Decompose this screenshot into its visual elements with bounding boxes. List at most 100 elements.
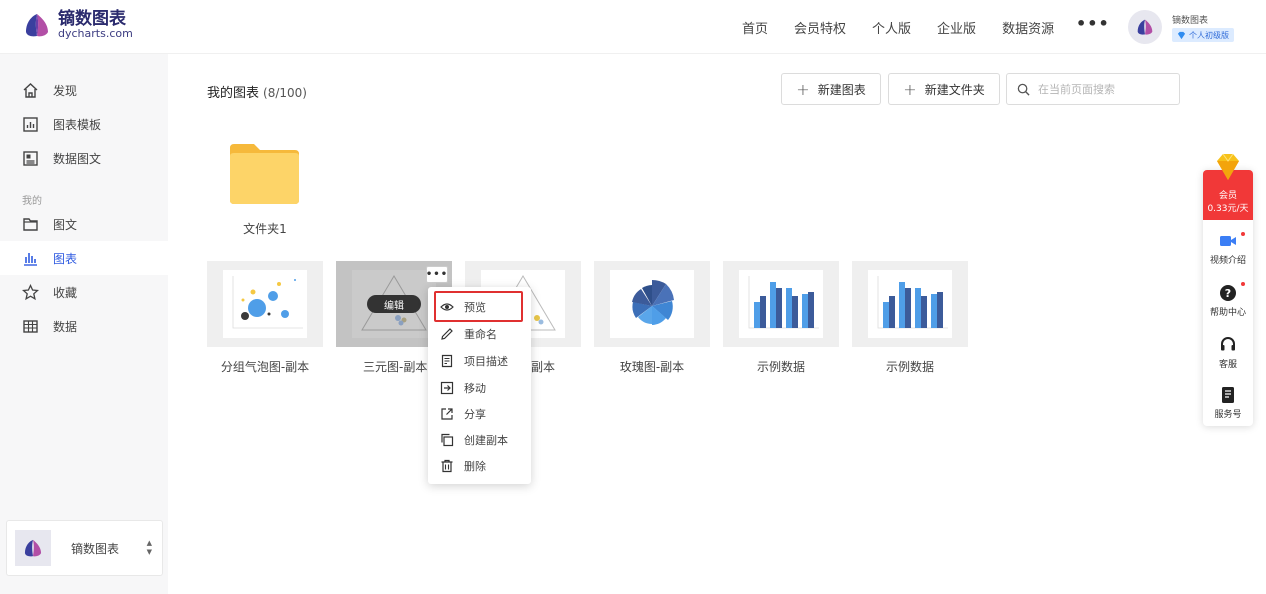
sidebar-item-chart-templates[interactable]: 图表模板 (0, 107, 168, 141)
avatar[interactable] (1128, 10, 1162, 44)
service-account-label: 服务号 (1214, 410, 1242, 420)
chart-thumbnail (739, 270, 823, 338)
menu-item-label: 移动 (464, 382, 486, 395)
sidebar-item-label: 图表 (53, 251, 78, 266)
menu-item-share[interactable]: 分享 (428, 401, 531, 427)
menu-item-label: 删除 (464, 460, 486, 473)
plus-icon: + (903, 79, 917, 99)
menu-item-label: 项目描述 (464, 355, 508, 368)
bubble-chart-thumbnail (232, 276, 303, 329)
nav-enterprise[interactable]: 企业版 (937, 18, 976, 37)
nav-data-resources[interactable]: 数据资源 (1002, 18, 1054, 37)
brand-name: 镝数图表 (58, 9, 126, 29)
menu-item-description[interactable]: 项目描述 (428, 348, 531, 374)
article-icon (23, 217, 38, 231)
chart-card-sample-2[interactable] (852, 261, 968, 347)
sidebar-item-favorites[interactable]: 收藏 (0, 275, 168, 309)
menu-item-duplicate[interactable]: 创建副本 (428, 427, 531, 453)
folder-name[interactable]: 文件夹1 (207, 220, 323, 237)
brand-logo[interactable]: 镝数图表 dycharts.com (22, 10, 133, 40)
notification-dot (1241, 282, 1245, 286)
sidebar-group-label: 我的 (22, 196, 42, 207)
nav-membership[interactable]: 会员特权 (794, 18, 846, 37)
svg-text:?: ? (1225, 287, 1231, 300)
new-folder-label: 新建文件夹 (924, 82, 985, 97)
search-icon (1017, 83, 1030, 96)
sidebar-item-label: 图文 (53, 217, 78, 232)
video-intro-label: 视频介绍 (1209, 256, 1246, 266)
chart-card-sample-1[interactable] (723, 261, 839, 347)
more-options-icon[interactable]: ••• (426, 266, 448, 283)
sidebar-item-discover[interactable]: 发现 (0, 73, 168, 107)
rose-chart-thumbnail (632, 279, 674, 325)
menu-item-rename[interactable]: 重命名 (428, 321, 531, 347)
sidebar-item-charts[interactable]: 图表 (0, 241, 168, 275)
move-icon (440, 381, 454, 395)
team-name: 镝数图表 (71, 541, 120, 556)
top-bar: 镝数图表 dycharts.com 首页 会员特权 个人版 企业版 数据资源 •… (0, 0, 1266, 54)
membership-badge-label: 个人初级版 (1189, 30, 1229, 40)
chart-card-name[interactable]: 示例数据 (723, 358, 839, 375)
chart-thumbnail (223, 270, 307, 338)
bar-chart-icon (24, 252, 37, 266)
menu-item-move[interactable]: 移动 (428, 375, 531, 401)
user-name: 镝数图表 (1172, 16, 1209, 26)
customer-service-label: 客服 (1218, 360, 1237, 370)
copy-icon (441, 433, 454, 447)
trash-icon (441, 459, 453, 473)
sidebar: 发现 图表模板 数据图文 我的 图文 图表 收藏 数据 镝数图表 ▲ ▼ (0, 54, 168, 594)
bar-chart-thumbnail (877, 276, 948, 329)
video-intro-button[interactable]: 视频介绍 (1203, 232, 1253, 266)
page-title: 我的图表 (8/100) (207, 82, 307, 101)
sidebar-item-label: 数据 (53, 319, 78, 334)
star-icon (22, 283, 39, 300)
sidebar-item-articles[interactable]: 图文 (0, 207, 168, 241)
vip-price: 0.33元/天 (1207, 204, 1249, 214)
folder-icon[interactable] (228, 142, 301, 206)
menu-item-label: 分享 (464, 408, 486, 421)
team-logo (15, 530, 51, 566)
diamond-icon (1177, 31, 1186, 39)
home-icon (23, 82, 38, 98)
preview-highlight-box (434, 291, 523, 322)
chart-card-name[interactable]: 分组气泡图-副本 (207, 358, 323, 375)
search-input[interactable] (1038, 82, 1168, 96)
new-chart-button[interactable]: + 新建图表 (781, 73, 881, 105)
chart-thumbnail (868, 270, 952, 338)
sidebar-item-label: 收藏 (53, 285, 78, 300)
page-title-text: 我的图表 (207, 86, 260, 101)
chart-card-rose[interactable] (594, 261, 710, 347)
search-box (1006, 73, 1180, 105)
edit-button[interactable]: 编辑 (367, 295, 421, 313)
chart-card-bubble[interactable] (207, 261, 323, 347)
sidebar-item-label: 图表模板 (53, 117, 102, 132)
headset-icon (1221, 337, 1235, 351)
sidebar-item-label: 发现 (53, 83, 78, 98)
sidebar-item-data[interactable]: 数据 (0, 309, 168, 343)
chart-card-name[interactable]: 玫瑰图-副本 (594, 358, 710, 375)
membership-badge[interactable]: 个人初级版 (1172, 28, 1234, 42)
nav-home[interactable]: 首页 (742, 18, 768, 37)
data-article-icon (23, 150, 38, 166)
team-switcher[interactable]: 镝数图表 ▲ ▼ (6, 520, 163, 576)
floating-service-panel: 会员 0.33元/天 视频介绍 ? 帮助中心 客服 服务号 (1203, 170, 1253, 426)
chart-count: (8/100) (263, 86, 307, 100)
new-folder-button[interactable]: + 新建文件夹 (888, 73, 1000, 105)
new-chart-label: 新建图表 (817, 82, 866, 97)
notification-dot (1241, 232, 1245, 236)
menu-item-delete[interactable]: 删除 (428, 453, 531, 479)
sidebar-item-data-articles[interactable]: 数据图文 (0, 141, 168, 175)
service-icon (1222, 387, 1234, 403)
chart-thumbnail (610, 270, 694, 338)
help-center-button[interactable]: ? 帮助中心 (1203, 282, 1253, 318)
customer-service-button[interactable]: 客服 (1203, 336, 1253, 370)
table-icon (23, 319, 38, 333)
service-account-button[interactable]: 服务号 (1203, 386, 1253, 420)
menu-item-label: 重命名 (464, 328, 497, 341)
nav-personal[interactable]: 个人版 (872, 18, 911, 37)
plus-icon: + (796, 79, 810, 99)
butterfly-logo-icon (24, 539, 42, 557)
chart-card-name[interactable]: 示例数据 (852, 358, 968, 375)
butterfly-avatar-icon (1137, 19, 1153, 35)
nav-more-icon[interactable]: ••• (1076, 14, 1110, 33)
